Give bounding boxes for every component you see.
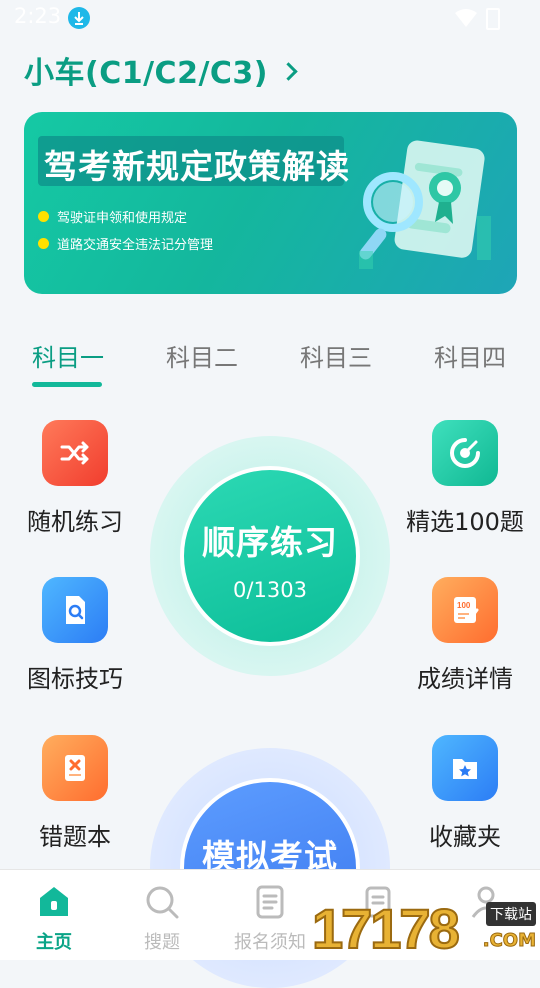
vehicle-type-title: 小车(C1/C2/C3): [24, 56, 269, 91]
target-icon: [432, 420, 498, 486]
download-icon: [68, 7, 90, 29]
score-detail-button[interactable]: 100 成绩详情: [405, 577, 525, 694]
score-sheet-icon: 100: [432, 577, 498, 643]
wrong-book-button[interactable]: 错题本: [15, 735, 135, 852]
banner-bullet-text: 驾驶证申领和使用规定: [57, 211, 188, 226]
sequential-practice-label: 顺序练习: [202, 523, 338, 562]
svg-text:100: 100: [457, 601, 471, 610]
wrong-book-label: 错题本: [39, 823, 111, 851]
chevron-right-icon: [279, 61, 298, 81]
tab-subject-3[interactable]: 科目三: [300, 338, 372, 373]
score-detail-label: 成绩详情: [417, 665, 513, 693]
search-icon: [144, 884, 180, 920]
active-tab-indicator: [32, 382, 102, 387]
random-practice-label: 随机练习: [27, 508, 123, 536]
document-icon: [252, 884, 288, 920]
vehicle-type-selector[interactable]: 小车(C1/C2/C3): [24, 48, 298, 92]
watermark-suffix: .COM: [482, 930, 536, 952]
sequential-practice-button[interactable]: 顺序练习 0/1303: [180, 466, 360, 646]
nav-home[interactable]: 主页: [9, 884, 99, 954]
icon-tips-button[interactable]: 图标技巧: [15, 577, 135, 694]
battery-icon: [486, 8, 500, 30]
watermark-tag: 下载站: [486, 902, 536, 926]
bullet-dot: [38, 211, 49, 222]
nav-registration-notice-label: 报名须知: [234, 932, 306, 953]
nav-home-label: 主页: [36, 932, 72, 953]
shuffle-icon: [42, 420, 108, 486]
subject-tabs: 科目一 科目二 科目三 科目四: [0, 330, 540, 390]
nav-search[interactable]: 搜题: [117, 884, 207, 954]
tab-subject-1[interactable]: 科目一: [32, 338, 104, 373]
policy-banner[interactable]: 驾考新规定政策解读 驾驶证申领和使用规定 道路交通安全违法记分管理: [24, 112, 517, 294]
tab-subject-2[interactable]: 科目二: [166, 338, 238, 373]
icon-tips-label: 图标技巧: [27, 665, 123, 693]
random-practice-button[interactable]: 随机练习: [15, 420, 135, 537]
wrong-book-icon: [42, 735, 108, 801]
folder-star-icon: [432, 735, 498, 801]
banner-title: 驾考新规定政策解读: [44, 147, 350, 186]
banner-bullet-text: 道路交通安全违法记分管理: [57, 238, 214, 253]
favorites-button[interactable]: 收藏夹: [405, 735, 525, 852]
site-watermark: 17178 下载站 .COM: [311, 896, 540, 961]
status-bar: 2:23: [0, 0, 540, 36]
certificate-magnifier-illustration: [349, 126, 499, 276]
document-search-icon: [42, 577, 108, 643]
nav-search-label: 搜题: [144, 932, 180, 953]
selected-100-label: 精选100题: [406, 508, 524, 536]
favorites-label: 收藏夹: [429, 823, 501, 851]
banner-bullet-2: 道路交通安全违法记分管理: [38, 234, 213, 253]
status-time: 2:23: [14, 4, 62, 28]
sequential-progress: 0/1303: [233, 578, 307, 602]
bullet-dot: [38, 238, 49, 249]
tab-subject-4[interactable]: 科目四: [434, 338, 506, 373]
selected-100-button[interactable]: 精选100题: [405, 420, 525, 537]
watermark-number: 17178: [311, 896, 461, 961]
banner-bullet-1: 驾驶证申领和使用规定: [38, 207, 187, 226]
wifi-icon: [454, 8, 478, 32]
nav-registration-notice[interactable]: 报名须知: [225, 884, 315, 954]
home-icon: [36, 884, 72, 920]
